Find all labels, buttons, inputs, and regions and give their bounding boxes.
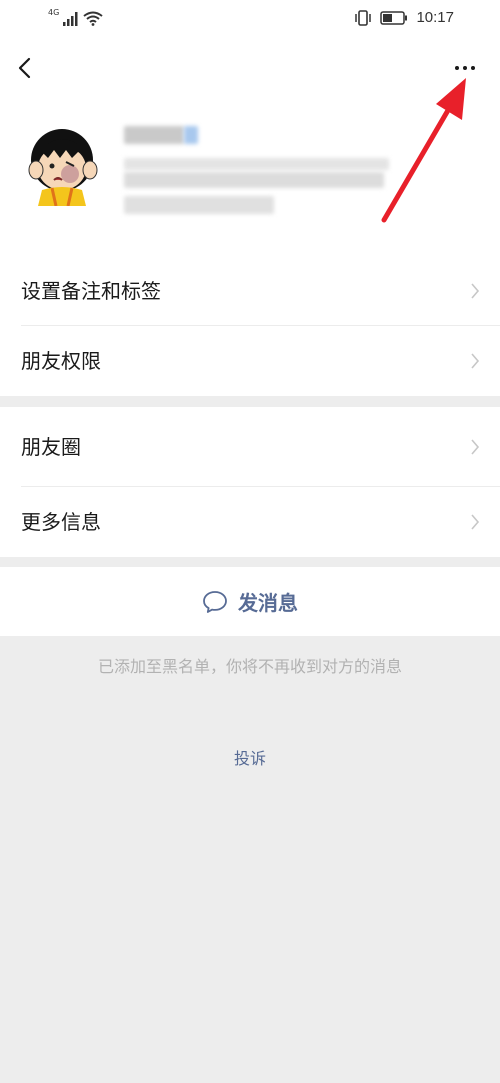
more-info-row[interactable]: 更多信息	[0, 487, 500, 557]
moments-label: 朋友圈	[21, 435, 81, 459]
more-info-label: 更多信息	[21, 510, 101, 534]
chevron-right-icon	[471, 439, 480, 455]
send-message-button[interactable]: 发消息	[0, 567, 500, 636]
friend-permissions-row[interactable]: 朋友权限	[0, 326, 500, 396]
send-message-label: 发消息	[238, 591, 298, 615]
chevron-right-icon	[471, 353, 480, 369]
chat-bubble-icon	[203, 590, 227, 613]
annotation-arrow-icon	[381, 78, 466, 223]
blacklist-notice: 已添加至黑名单，你将不再收到对方的消息	[97, 657, 402, 676]
friend-permissions-label: 朋友权限	[21, 349, 101, 373]
moments-row[interactable]: 朋友圈	[0, 407, 500, 487]
chevron-right-icon	[471, 514, 480, 530]
report-link[interactable]: 投诉	[0, 745, 500, 769]
